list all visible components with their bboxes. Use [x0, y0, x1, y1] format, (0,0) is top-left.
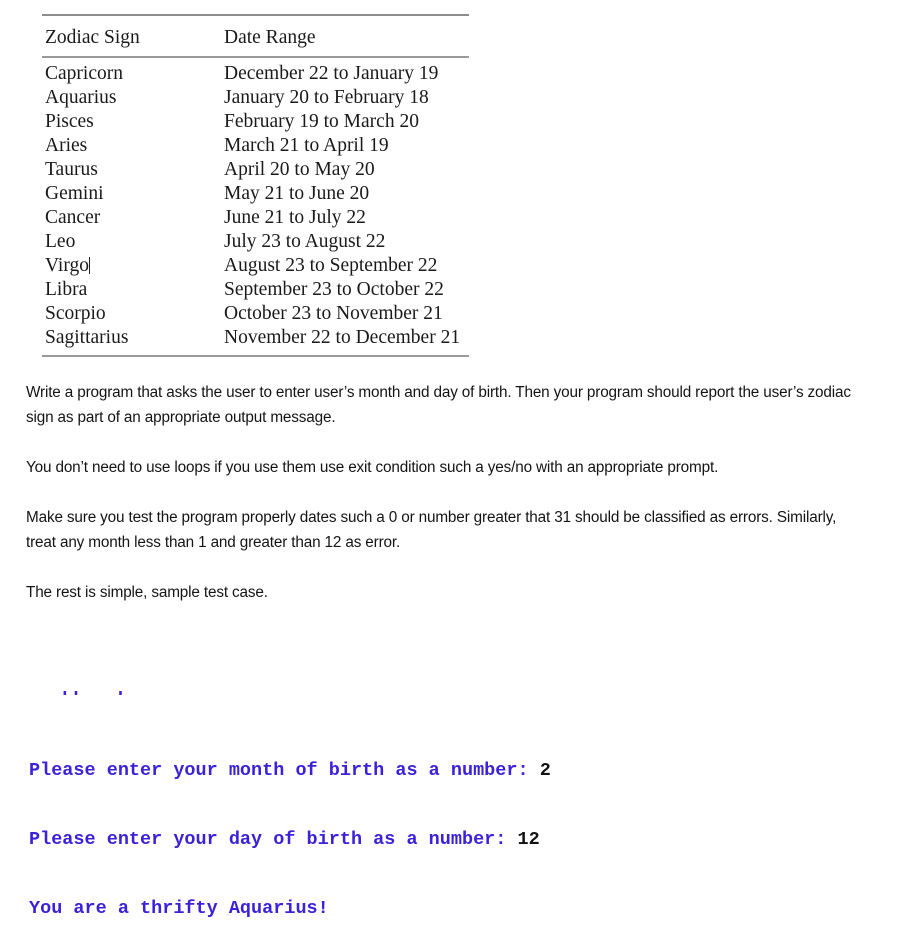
- text-cursor-caret: [88, 257, 90, 274]
- console-clipped-line-text: clipped previous line: [29, 691, 262, 698]
- table-header-row: Zodiac Sign Date Range: [42, 16, 469, 56]
- column-header-date-range: Date Range: [224, 27, 316, 48]
- cell-date-range: September 23 to October 22: [224, 279, 444, 300]
- console-prompt-text: Please enter your day of birth as a numb…: [29, 829, 518, 850]
- cell-zodiac-sign: Aquarius: [42, 86, 224, 110]
- table-row: Aquarius January 20 to February 18: [42, 86, 469, 110]
- zodiac-sign-text: Sagittarius: [45, 327, 129, 348]
- table-header: Zodiac Sign Date Range: [42, 16, 469, 56]
- cell-date-range: April 20 to May 20: [224, 159, 375, 180]
- cell-zodiac-sign: Cancer: [42, 206, 224, 230]
- zodiac-sign-text: Aries: [45, 135, 88, 156]
- table-row: Capricorn December 22 to January 19: [42, 62, 469, 86]
- cell-date-range: August 23 to September 22: [224, 255, 438, 276]
- cell-zodiac-sign: Virgo: [42, 254, 224, 278]
- instruction-paragraph-4: The rest is simple, sample test case.: [26, 584, 268, 601]
- instruction-paragraph-1: Write a program that asks the user to en…: [26, 384, 851, 426]
- cell-date-range: November 22 to December 21: [224, 327, 461, 348]
- console-user-input-month: 2: [539, 760, 551, 781]
- table-row: Libra September 23 to October 22: [42, 278, 469, 302]
- console-clipped-line: clipped previous line: [29, 691, 729, 713]
- table-row: Pisces February 19 to March 20: [42, 110, 469, 134]
- zodiac-sign-text: Leo: [45, 231, 76, 252]
- zodiac-sign-text: Capricorn: [45, 63, 123, 84]
- cell-date-range: June 21 to July 22: [224, 207, 366, 228]
- table-bottom-rule: [42, 355, 469, 357]
- console-line-result: You are a thrifty Aquarius!: [29, 898, 329, 919]
- instruction-paragraph-2: You don’t need to use loops if you use t…: [26, 459, 719, 476]
- console-line-month-prompt: Please enter your month of birth as a nu…: [29, 759, 729, 782]
- table-row: Leo July 23 to August 22: [42, 230, 469, 254]
- cell-date-range: July 23 to August 22: [224, 231, 386, 252]
- zodiac-sign-text: Gemini: [45, 183, 104, 204]
- table-row: Taurus April 20 to May 20: [42, 158, 469, 182]
- zodiac-sign-text: Pisces: [45, 111, 94, 132]
- cell-zodiac-sign: Capricorn: [42, 62, 224, 86]
- cell-zodiac-sign: Taurus: [42, 158, 224, 182]
- cell-zodiac-sign: Pisces: [42, 110, 224, 134]
- console-line-day-prompt: Please enter your day of birth as a numb…: [29, 828, 729, 851]
- zodiac-table: Zodiac Sign Date Range Capricorn Decembe…: [42, 14, 469, 357]
- console-user-input-day: 12: [517, 829, 540, 850]
- assignment-instructions: Write a program that asks the user to en…: [26, 380, 858, 605]
- table-row: Scorpio October 23 to November 21: [42, 302, 469, 326]
- table-body: Capricorn December 22 to January 19 Aqua…: [42, 58, 469, 355]
- table-row: Cancer June 21 to July 22: [42, 206, 469, 230]
- zodiac-sign-text: Libra: [45, 279, 88, 300]
- cell-zodiac-sign: Scorpio: [42, 302, 224, 326]
- column-header-zodiac-sign: Zodiac Sign: [45, 27, 140, 48]
- cell-date-range: February 19 to March 20: [224, 111, 419, 132]
- zodiac-sign-text: Aquarius: [45, 87, 117, 108]
- cell-zodiac-sign: Libra: [42, 278, 224, 302]
- table-row: Virgo August 23 to September 22: [42, 254, 469, 278]
- zodiac-sign-text: Virgo: [45, 255, 89, 276]
- table-row: Sagittarius November 22 to December 21: [42, 326, 469, 350]
- cell-zodiac-sign: Leo: [42, 230, 224, 254]
- cell-date-range: December 22 to January 19: [224, 63, 439, 84]
- table-row: Gemini May 21 to June 20: [42, 182, 469, 206]
- cell-date-range: October 23 to November 21: [224, 303, 443, 324]
- zodiac-sign-text: Cancer: [45, 207, 101, 228]
- cell-date-range: January 20 to February 18: [224, 87, 429, 108]
- console-prompt-text: Please enter your month of birth as a nu…: [29, 760, 540, 781]
- zodiac-sign-text: Scorpio: [45, 303, 106, 324]
- cell-date-range: May 21 to June 20: [224, 183, 370, 204]
- cell-date-range: March 21 to April 19: [224, 135, 389, 156]
- instruction-paragraph-3: Make sure you test the program properly …: [26, 509, 837, 551]
- cell-zodiac-sign: Sagittarius: [42, 326, 224, 350]
- cell-zodiac-sign: Aries: [42, 134, 224, 158]
- console-output: clipped previous line Please enter your …: [29, 645, 729, 943]
- table-row: Aries March 21 to April 19: [42, 134, 469, 158]
- zodiac-sign-text: Taurus: [45, 159, 98, 180]
- cell-zodiac-sign: Gemini: [42, 182, 224, 206]
